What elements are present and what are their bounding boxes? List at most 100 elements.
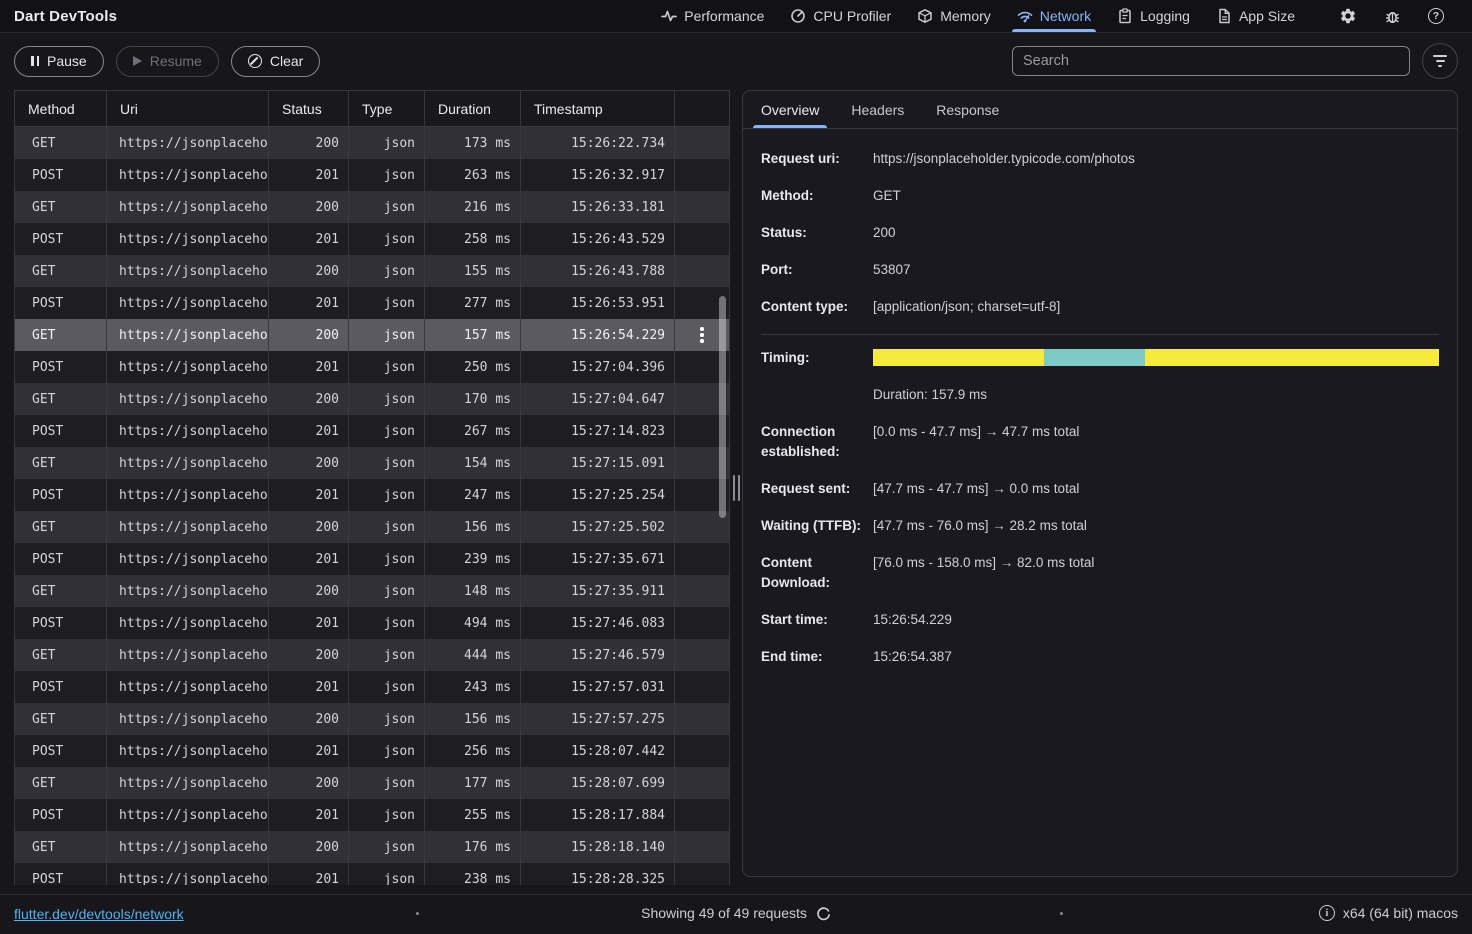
detail-row: End time:15:26:54.387 — [761, 647, 1439, 667]
detail-label: Status: — [761, 223, 873, 243]
report-bug-button[interactable] — [1370, 0, 1414, 32]
cell-duration: 148 ms — [425, 575, 521, 607]
table-row[interactable]: GEThttps://jsonplaceholde200json154 ms15… — [15, 447, 729, 479]
cell-uri: https://jsonplaceholde — [107, 831, 269, 863]
detail-value: GET — [873, 186, 901, 206]
table-row[interactable]: GEThttps://jsonplaceholde200json156 ms15… — [15, 703, 729, 735]
cell-method: POST — [15, 223, 107, 255]
timing-segment — [1044, 349, 1145, 366]
table-row[interactable]: POSThttps://jsonplaceholde201json238 ms1… — [15, 863, 729, 885]
play-icon — [133, 56, 142, 66]
detail-label: Method: — [761, 186, 873, 206]
pause-button[interactable]: Pause — [14, 46, 104, 77]
cell-menu — [675, 543, 729, 575]
column-header-duration[interactable]: Duration — [425, 91, 521, 126]
cell-menu — [675, 191, 729, 223]
cell-type: json — [349, 799, 425, 831]
tab-memory[interactable]: Memory — [904, 0, 1004, 32]
cell-type: json — [349, 383, 425, 415]
cell-uri: https://jsonplaceholde — [107, 671, 269, 703]
table-row[interactable]: POSThttps://jsonplaceholde201json258 ms1… — [15, 223, 729, 255]
panel-splitter[interactable] — [730, 90, 742, 885]
tab-cpu-profiler[interactable]: CPU Profiler — [777, 0, 904, 32]
requests-summary: Showing 49 of 49 requests — [641, 905, 807, 921]
table-row[interactable]: POSThttps://jsonplaceholde201json494 ms1… — [15, 607, 729, 639]
column-header-timestamp[interactable]: Timestamp — [521, 91, 675, 126]
detail-row: Connection established:[0.0 ms - 47.7 ms… — [761, 422, 1439, 462]
table-row[interactable]: GEThttps://jsonplaceholde200json444 ms15… — [15, 639, 729, 671]
table-row[interactable]: GEThttps://jsonplaceholde200json148 ms15… — [15, 575, 729, 607]
column-header-method[interactable]: Method — [15, 91, 107, 126]
detail-label: Request uri: — [761, 149, 873, 169]
cell-type: json — [349, 415, 425, 447]
refresh-icon[interactable] — [816, 906, 831, 921]
table-row[interactable]: GEThttps://jsonplaceholde200json177 ms15… — [15, 767, 729, 799]
cell-uri: https://jsonplaceholde — [107, 863, 269, 885]
table-row[interactable]: GEThttps://jsonplaceholde200json157 ms15… — [15, 319, 729, 351]
detail-value: https://jsonplaceholder.typicode.com/pho… — [873, 149, 1135, 169]
tab-performance[interactable]: Performance — [648, 0, 777, 32]
cell-menu — [675, 607, 729, 639]
detail-value: [47.7 ms - 76.0 ms] → 28.2 ms total — [873, 516, 1087, 536]
cell-timestamp: 15:28:07.442 — [521, 735, 675, 767]
table-row[interactable]: GEThttps://jsonplaceholde200json170 ms15… — [15, 383, 729, 415]
help-button[interactable]: ? — [1414, 0, 1458, 32]
tab-app-size[interactable]: App Size — [1203, 0, 1308, 32]
detail-value: [47.7 ms - 47.7 ms] → 0.0 ms total — [873, 479, 1079, 499]
info-icon[interactable]: i — [1319, 905, 1335, 921]
table-row[interactable]: POSThttps://jsonplaceholde201json267 ms1… — [15, 415, 729, 447]
row-menu-icon[interactable] — [700, 327, 704, 343]
table-scrollbar[interactable] — [719, 296, 726, 518]
details-tabs: Overview Headers Response — [743, 91, 1457, 129]
main-area: Method Uri Status Type Duration Timestam… — [0, 90, 1472, 894]
table-row[interactable]: POSThttps://jsonplaceholde201json255 ms1… — [15, 799, 729, 831]
filter-button[interactable] — [1422, 43, 1458, 79]
cell-status: 200 — [269, 255, 349, 287]
table-row[interactable]: POSThttps://jsonplaceholde201json256 ms1… — [15, 735, 729, 767]
table-row[interactable]: GEThttps://jsonplaceholde200json155 ms15… — [15, 255, 729, 287]
search-input[interactable] — [1012, 46, 1410, 76]
tab-label: Performance — [684, 8, 764, 24]
table-row[interactable]: POSThttps://jsonplaceholde201json250 ms1… — [15, 351, 729, 383]
tab-headers[interactable]: Headers — [849, 91, 906, 128]
cell-duration: 250 ms — [425, 351, 521, 383]
cell-method: GET — [15, 319, 107, 351]
cell-type: json — [349, 607, 425, 639]
cell-status: 200 — [269, 703, 349, 735]
cpu-profiler-icon — [790, 8, 806, 24]
table-row[interactable]: GEThttps://jsonplaceholde200json156 ms15… — [15, 511, 729, 543]
cell-status: 201 — [269, 351, 349, 383]
cell-timestamp: 15:27:46.579 — [521, 639, 675, 671]
cell-method: GET — [15, 191, 107, 223]
column-header-uri[interactable]: Uri — [107, 91, 269, 126]
settings-button[interactable] — [1326, 0, 1370, 32]
cell-duration: 173 ms — [425, 127, 521, 159]
column-header-status[interactable]: Status — [269, 91, 349, 126]
table-row[interactable]: POSThttps://jsonplaceholde201json239 ms1… — [15, 543, 729, 575]
tab-network[interactable]: Network — [1004, 0, 1104, 32]
table-header-row: Method Uri Status Type Duration Timestam… — [15, 91, 729, 127]
table-row[interactable]: GEThttps://jsonplaceholde200json173 ms15… — [15, 127, 729, 159]
cell-uri: https://jsonplaceholde — [107, 639, 269, 671]
detail-row: Method:GET — [761, 186, 1439, 206]
cell-status: 201 — [269, 671, 349, 703]
detail-value: 15:26:54.229 — [873, 610, 952, 630]
clear-button[interactable]: Clear — [231, 46, 320, 77]
detail-value: 15:26:54.387 — [873, 647, 952, 667]
table-row[interactable]: GEThttps://jsonplaceholde200json216 ms15… — [15, 191, 729, 223]
tab-overview[interactable]: Overview — [759, 91, 821, 128]
detail-value: 200 — [873, 223, 896, 243]
table-row[interactable]: GEThttps://jsonplaceholde200json176 ms15… — [15, 831, 729, 863]
resume-button[interactable]: Resume — [116, 46, 219, 77]
tab-response[interactable]: Response — [934, 91, 1001, 128]
table-row[interactable]: POSThttps://jsonplaceholde201json243 ms1… — [15, 671, 729, 703]
cell-method: POST — [15, 479, 107, 511]
tab-logging[interactable]: Logging — [1104, 0, 1203, 32]
table-row[interactable]: POSThttps://jsonplaceholde201json263 ms1… — [15, 159, 729, 191]
column-header-type[interactable]: Type — [349, 91, 425, 126]
devtools-docs-link[interactable]: flutter.dev/devtools/network — [14, 906, 184, 922]
cell-status: 200 — [269, 575, 349, 607]
table-row[interactable]: POSThttps://jsonplaceholde201json277 ms1… — [15, 287, 729, 319]
table-row[interactable]: POSThttps://jsonplaceholde201json247 ms1… — [15, 479, 729, 511]
cell-method: POST — [15, 671, 107, 703]
